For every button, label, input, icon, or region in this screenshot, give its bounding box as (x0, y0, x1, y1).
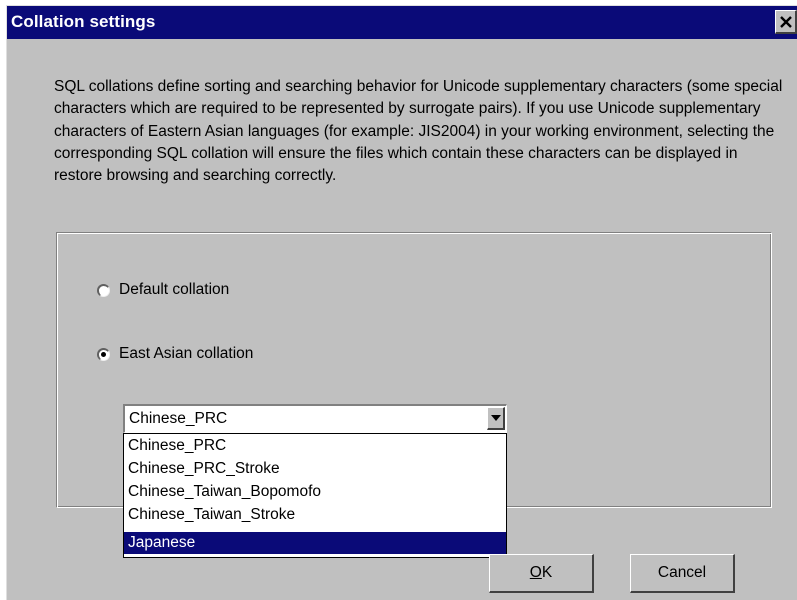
close-button[interactable] (775, 10, 797, 34)
radio-selected-dot (101, 351, 106, 357)
ok-button[interactable]: OK (489, 554, 594, 593)
list-item-selected[interactable]: Japanese (124, 532, 506, 554)
radio-button[interactable] (97, 347, 110, 361)
collation-settings-dialog: Collation settings SQL collations define… (6, 5, 797, 600)
cancel-label: Cancel (657, 564, 707, 581)
cancel-button[interactable]: Cancel (630, 554, 735, 593)
radio-button[interactable] (97, 283, 110, 297)
radio-east-asian-label: East Asian collation (119, 345, 254, 362)
dropdown-button[interactable] (487, 407, 505, 430)
description-text: SQL collations define sorting and search… (54, 78, 783, 185)
radio-default-collation[interactable]: Default collation (97, 281, 229, 299)
dialog-title: Collation settings (11, 12, 156, 31)
radio-default-label: Default collation (119, 281, 230, 298)
combobox-value: Chinese_PRC (129, 410, 228, 427)
close-icon (779, 15, 792, 28)
list-item[interactable]: Chinese_PRC (124, 435, 506, 457)
list-item[interactable]: Chinese_Taiwan_Bopomofo (124, 481, 506, 503)
collation-dropdown-list: Chinese_PRC Chinese_PRC_Stroke Chinese_T… (123, 433, 507, 558)
ok-mnemonic: O (529, 564, 542, 581)
list-item[interactable]: Chinese_PRC_Stroke (124, 458, 506, 480)
ok-label-rest: K (541, 564, 553, 581)
title-bar[interactable]: Collation settings (7, 6, 797, 39)
collation-combobox[interactable]: Chinese_PRC (123, 404, 507, 433)
list-item[interactable]: Chinese_Taiwan_Stroke (124, 504, 506, 526)
chevron-down-icon (490, 415, 501, 421)
radio-east-asian-collation[interactable]: East Asian collation (97, 345, 253, 363)
